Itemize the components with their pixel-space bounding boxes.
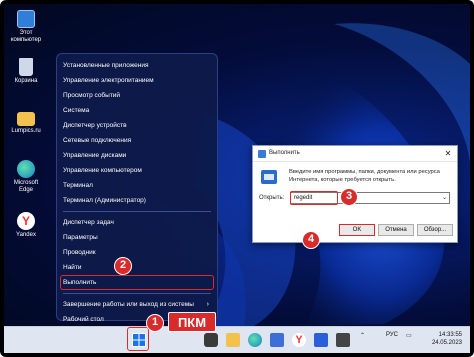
- desktop-icon-label: Edge: [18, 187, 33, 193]
- desktop-icon-recycle-bin[interactable]: Корзина: [6, 58, 46, 85]
- desktop-icon-label: Microsoft: [13, 180, 39, 186]
- run-dialog-titlebar[interactable]: Выполнить ✕: [253, 146, 457, 162]
- task-view-icon[interactable]: [204, 333, 218, 347]
- run-icon: [258, 150, 266, 158]
- menu-item-system[interactable]: Система: [57, 103, 217, 118]
- menu-item-device-manager[interactable]: Диспетчер устройств: [57, 118, 217, 133]
- step-badge-1: 1: [146, 314, 164, 332]
- menu-divider: [63, 293, 211, 294]
- menu-item-power-options[interactable]: Управление электропитанием: [57, 73, 217, 88]
- step-badge-3: 3: [340, 188, 358, 206]
- app-taskbar-icon[interactable]: [314, 333, 328, 347]
- menu-item-terminal[interactable]: Терминал: [57, 178, 217, 193]
- menu-divider: [63, 211, 211, 212]
- start-button-highlight: [127, 327, 149, 351]
- desktop-icon-label: Yandex: [16, 232, 36, 238]
- menu-item-settings[interactable]: Параметры: [57, 230, 217, 245]
- desktop-icon-this-pc[interactable]: Этот компьютер: [6, 10, 46, 44]
- menu-item-run[interactable]: Выполнить: [60, 275, 214, 290]
- desktop-icon-lumpics[interactable]: Lumpics.ru: [6, 112, 46, 135]
- edge-taskbar-icon[interactable]: [248, 333, 262, 347]
- run-dialog-description: Введите имя программы, папки, документа …: [289, 169, 440, 183]
- desktop-icon-label: Корзина: [14, 78, 38, 84]
- screen-frame: Этот компьютер Корзина Lumpics.ru Micros…: [0, 0, 474, 357]
- menu-item-label: Выполнить: [63, 279, 97, 286]
- right-click-label: ПКМ: [168, 312, 216, 332]
- clock-date: 24.05.2023: [431, 340, 462, 346]
- tray-chevron-up-icon[interactable]: ⌃: [360, 332, 365, 339]
- taskbar: Y ⌃ РУС ▭ 14:33:55 24.05.2023: [4, 326, 470, 353]
- file-explorer-icon[interactable]: [226, 333, 240, 347]
- winx-context-menu: Установленные приложения Управление элек…: [56, 53, 218, 323]
- menu-item-label: Терминал: [63, 182, 93, 189]
- menu-item-installed-apps[interactable]: Установленные приложения: [57, 58, 217, 73]
- menu-item-event-viewer[interactable]: Просмотр событий: [57, 88, 217, 103]
- desktop-icon-label: Lumpics.ru: [11, 128, 41, 134]
- menu-item-network-connections[interactable]: Сетевые подключения: [57, 133, 217, 148]
- desktop-icon-label: компьютер: [10, 37, 42, 43]
- chevron-down-icon[interactable]: ⌄: [442, 193, 447, 203]
- run-app-icon: [261, 170, 277, 184]
- menu-item-label: Диспетчер устройств: [63, 122, 127, 129]
- menu-item-search[interactable]: Найти: [57, 260, 217, 275]
- menu-item-label: Проводник: [63, 249, 96, 256]
- menu-item-label: Система: [63, 107, 90, 114]
- app-taskbar-icon[interactable]: [336, 333, 350, 347]
- menu-item-explorer[interactable]: Проводник: [57, 245, 217, 260]
- menu-item-shutdown[interactable]: Завершение работы или выход из системы ›: [57, 297, 217, 312]
- menu-item-terminal-admin[interactable]: Терминал (Администратор): [57, 193, 217, 208]
- browse-button[interactable]: Обзор...: [417, 224, 453, 236]
- menu-item-label: Параметры: [63, 234, 98, 241]
- menu-item-task-manager[interactable]: Диспетчер задач: [57, 215, 217, 230]
- menu-item-label: Найти: [63, 264, 82, 271]
- desktop-icon-label: Этот: [19, 30, 33, 36]
- cancel-button[interactable]: Отмена: [378, 224, 414, 236]
- regedit-highlight: [290, 191, 338, 205]
- chevron-right-icon: ›: [206, 301, 209, 308]
- clock[interactable]: 14:33:55 24.05.2023: [432, 331, 462, 347]
- network-icon[interactable]: ▭: [406, 332, 412, 339]
- menu-item-computer-management[interactable]: Управление компьютером: [57, 163, 217, 178]
- clock-time: 14:33:55: [438, 332, 462, 338]
- menu-item-label: Сетевые подключения: [63, 137, 132, 144]
- menu-item-label: Просмотр событий: [63, 92, 121, 99]
- close-button[interactable]: ✕: [439, 146, 457, 161]
- menu-item-label: Управление компьютером: [63, 167, 142, 174]
- desktop-icon-yandex[interactable]: Y Yandex: [6, 212, 46, 239]
- menu-item-label: Диспетчер задач: [63, 219, 114, 226]
- menu-item-label: Установленные приложения: [63, 62, 149, 69]
- desktop-icon-edge[interactable]: Microsoft Edge: [6, 160, 46, 194]
- menu-item-disk-management[interactable]: Управление дисками: [57, 148, 217, 163]
- edge-icon: [17, 160, 35, 178]
- step-badge-4: 4: [302, 231, 320, 249]
- run-dialog-title: Выполнить: [269, 150, 300, 156]
- yandex-taskbar-icon[interactable]: Y: [292, 333, 306, 347]
- recycle-bin-icon: [19, 58, 33, 76]
- folder-icon: [17, 112, 35, 126]
- yandex-icon: Y: [17, 212, 35, 230]
- menu-item-label: Терминал (Администратор): [63, 197, 146, 204]
- menu-item-label: Управление электропитанием: [63, 77, 154, 84]
- menu-item-label: Завершение работы или выход из системы: [63, 301, 194, 308]
- ok-button[interactable]: OK: [339, 224, 375, 236]
- menu-item-label: Управление дисками: [63, 152, 127, 159]
- computer-icon: [17, 10, 35, 28]
- step-badge-2: 2: [114, 257, 132, 275]
- store-icon[interactable]: [270, 333, 284, 347]
- language-indicator[interactable]: РУС: [386, 332, 398, 338]
- menu-item-label: Рабочий стол: [63, 316, 104, 323]
- open-label: Открыть:: [259, 195, 285, 201]
